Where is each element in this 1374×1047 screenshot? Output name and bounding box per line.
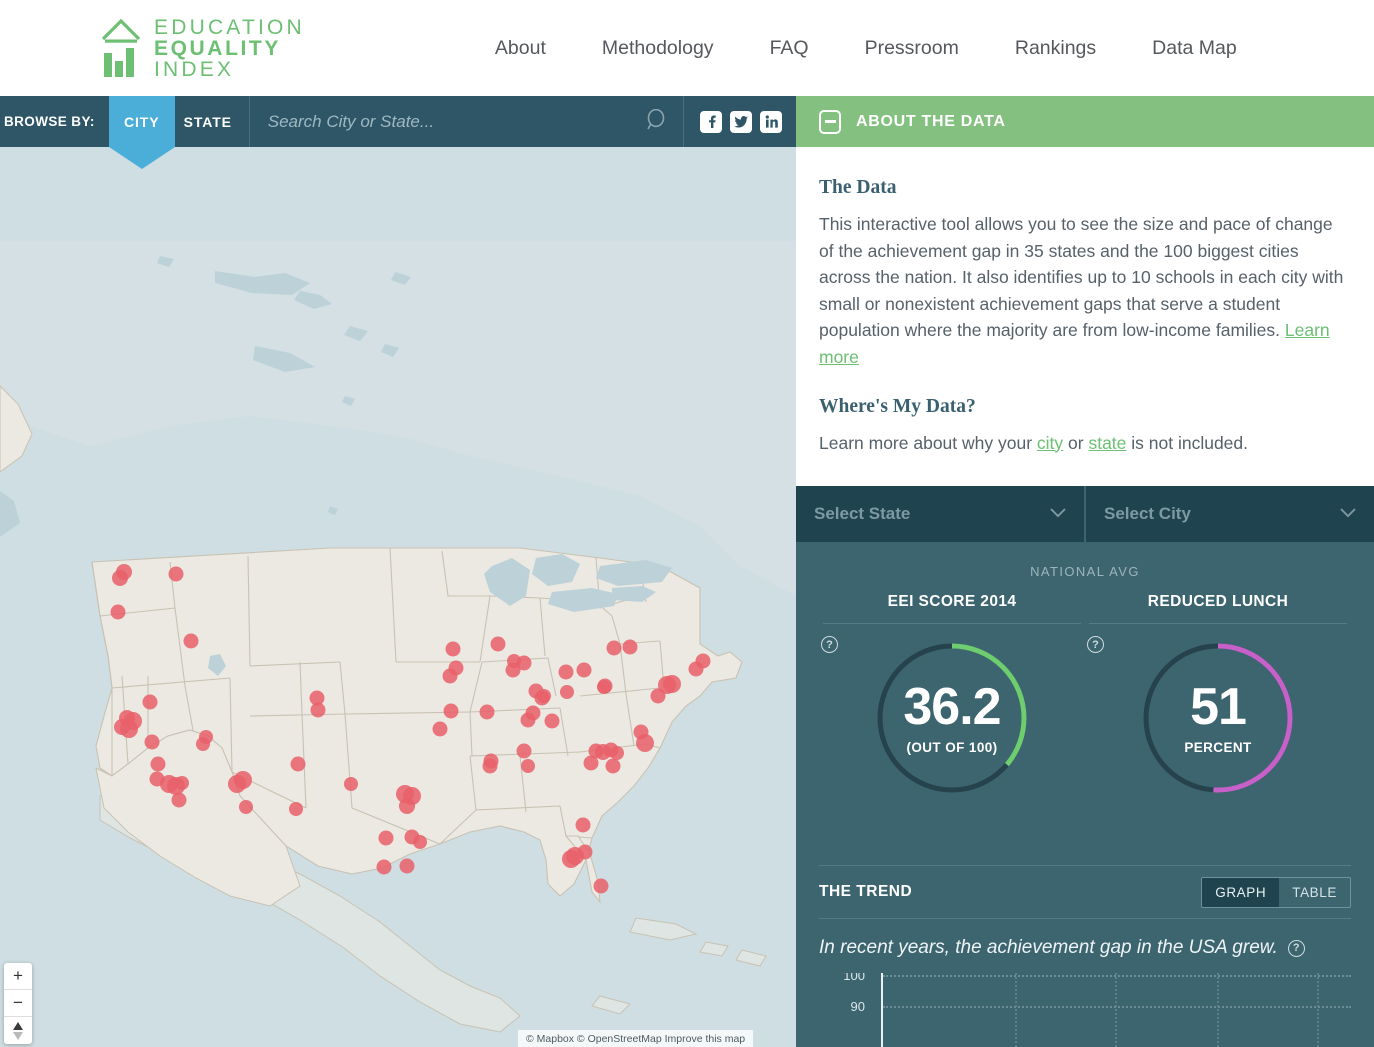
trend-view-toggle: GRAPH TABLE — [1201, 876, 1351, 908]
section-title-the-data: The Data — [819, 177, 897, 198]
donut-wrap-eei: ? 36.2 (OUT OF 100) — [819, 630, 1085, 805]
facebook-icon[interactable] — [700, 110, 722, 133]
nav-item-pressroom[interactable]: Pressroom — [865, 37, 959, 60]
browse-by-label: BROWSE BY: — [4, 114, 95, 129]
donut-center-lunch: 51 PERCENT — [1138, 638, 1298, 798]
browse-tab-state-label: STATE — [183, 113, 232, 130]
logo-line-1: EDUCATION — [154, 15, 305, 39]
select-state-label: Select State — [814, 504, 911, 524]
select-state-dropdown[interactable]: Select State — [796, 486, 1084, 543]
panel-header[interactable]: ABOUT THE DATA — [796, 96, 1374, 147]
main-navigation: About Methodology FAQ Pressroom Rankings… — [495, 37, 1237, 60]
search-container — [248, 96, 684, 147]
donut-chart-eei: 36.2 (OUT OF 100) — [872, 638, 1032, 798]
nav-item-faq[interactable]: FAQ — [770, 37, 809, 60]
logo-line-3: INDEX — [154, 57, 235, 81]
toggle-table-button[interactable]: TABLE — [1279, 878, 1350, 907]
about-data-panel: ABOUT THE DATA The Data This interactive… — [796, 96, 1374, 1047]
section-text-wheres-my-data: Learn more about why your city or state … — [819, 430, 1344, 457]
help-icon-eei[interactable]: ? — [821, 636, 838, 654]
nav-item-about[interactable]: About — [495, 37, 546, 60]
metric-cards: EEI SCORE 2014 ? 36.2 (OUT OF 100) REDUC… — [819, 593, 1351, 805]
browse-bar: BROWSE BY: CITY STATE — [0, 96, 796, 169]
house-bar-chart-logo-icon — [100, 17, 142, 79]
trend-chart[interactable]: 100 90 — [819, 973, 1351, 1047]
y-axis-tick-100: 100 — [843, 973, 865, 983]
nav-item-methodology[interactable]: Methodology — [602, 37, 714, 60]
trend-title: THE TREND — [819, 883, 913, 900]
site-header: EDUCATION EQUALITY INDEX About Methodolo… — [0, 0, 1374, 96]
the-data-paragraph: This interactive tool allows you to see … — [819, 214, 1344, 341]
browse-tab-city[interactable]: CITY — [108, 96, 175, 169]
wheres-my-data-lead: Learn more about why your — [819, 432, 1037, 453]
y-axis-line — [881, 973, 883, 1047]
trend-header: THE TREND GRAPH TABLE — [819, 866, 1351, 918]
help-icon-trend[interactable]: ? — [1287, 939, 1305, 957]
gridline-v-3 — [1217, 973, 1219, 1047]
gridline-v-4 — [1317, 973, 1319, 1047]
donut-wrap-lunch: ? 51 PERCENT — [1085, 630, 1351, 805]
gridline-90 — [883, 1006, 1351, 1008]
help-icon-lunch[interactable]: ? — [1087, 636, 1104, 654]
gridline-v-1 — [1015, 973, 1017, 1047]
minus-icon[interactable] — [819, 109, 841, 134]
logo-wordmark: EDUCATION EQUALITY INDEX — [154, 17, 305, 80]
metric-title-eei: EEI SCORE 2014 — [887, 593, 1017, 611]
logo-line-2: EQUALITY — [154, 36, 281, 60]
linkedin-icon[interactable] — [760, 110, 782, 133]
browse-tab-city-label: CITY — [124, 113, 160, 130]
state-link[interactable]: state — [1088, 433, 1126, 453]
browse-tab-state[interactable]: STATE — [175, 96, 241, 147]
wheres-my-data-tail: is not included. — [1126, 432, 1249, 453]
map-zoom-controls: + − — [4, 963, 32, 1044]
zoom-in-button[interactable]: + — [4, 963, 32, 990]
metric-title-lunch: REDUCED LUNCH — [1147, 593, 1289, 611]
section-title-wheres-my-data: Where's My Data? — [819, 395, 976, 417]
panel-header-title: ABOUT THE DATA — [856, 112, 1006, 130]
y-axis-tick-90: 90 — [850, 999, 865, 1014]
metric-sub-eei: (OUT OF 100) — [906, 739, 998, 755]
select-city-label: Select City — [1104, 504, 1191, 524]
main-stage: © Mapbox © OpenStreetMap Improve this ma… — [0, 96, 1374, 1047]
chevron-down-icon — [1340, 505, 1356, 523]
trend-section: THE TREND GRAPH TABLE In recent years, t… — [796, 865, 1374, 1047]
chevron-down-icon — [1050, 505, 1066, 523]
twitter-icon[interactable] — [730, 110, 752, 133]
metric-sub-lunch: PERCENT — [1184, 739, 1252, 755]
site-logo[interactable]: EDUCATION EQUALITY INDEX — [100, 17, 305, 80]
search-icon[interactable] — [647, 108, 667, 136]
nav-item-data-map[interactable]: Data Map — [1152, 37, 1237, 60]
city-link[interactable]: city — [1037, 433, 1063, 453]
compass-icon[interactable] — [4, 1017, 32, 1044]
map-column: © Mapbox © OpenStreetMap Improve this ma… — [0, 96, 796, 1047]
select-city-dropdown[interactable]: Select City — [1084, 486, 1374, 543]
social-links — [684, 96, 796, 147]
metric-card-reduced-lunch: REDUCED LUNCH ? 51 PERCENT — [1085, 593, 1351, 805]
donut-chart-lunch: 51 PERCENT — [1138, 638, 1298, 798]
stats-area: NATIONAL AVG EEI SCORE 2014 ? 36.2 (OUT … — [796, 542, 1374, 865]
nav-item-rankings[interactable]: Rankings — [1015, 37, 1096, 60]
metric-divider — [1089, 623, 1347, 625]
map-canvas[interactable] — [0, 96, 796, 1047]
donut-center-eei: 36.2 (OUT OF 100) — [872, 638, 1032, 798]
selector-row: Select State Select City — [796, 486, 1374, 543]
metric-value-lunch: 51 — [1190, 677, 1247, 736]
map-attribution: © Mapbox © OpenStreetMap Improve this ma… — [518, 1030, 754, 1047]
gridline-100 — [883, 975, 1351, 977]
metric-value-eei: 36.2 — [903, 677, 1001, 736]
panel-body: The Data This interactive tool allows yo… — [796, 147, 1374, 457]
scope-label: NATIONAL AVG — [1030, 564, 1140, 580]
wheres-my-data-mid: or — [1063, 432, 1089, 453]
search-input[interactable] — [267, 111, 683, 132]
section-text-the-data: This interactive tool allows you to see … — [819, 211, 1344, 371]
zoom-out-button[interactable]: − — [4, 990, 32, 1017]
toggle-graph-button[interactable]: GRAPH — [1202, 877, 1280, 907]
metric-card-eei-score: EEI SCORE 2014 ? 36.2 (OUT OF 100) — [819, 593, 1085, 805]
trend-caption: In recent years, the achievement gap in … — [819, 937, 1278, 958]
metric-divider — [823, 623, 1081, 625]
gridline-v-2 — [1115, 973, 1117, 1047]
trend-caption-row: In recent years, the achievement gap in … — [819, 919, 1351, 973]
